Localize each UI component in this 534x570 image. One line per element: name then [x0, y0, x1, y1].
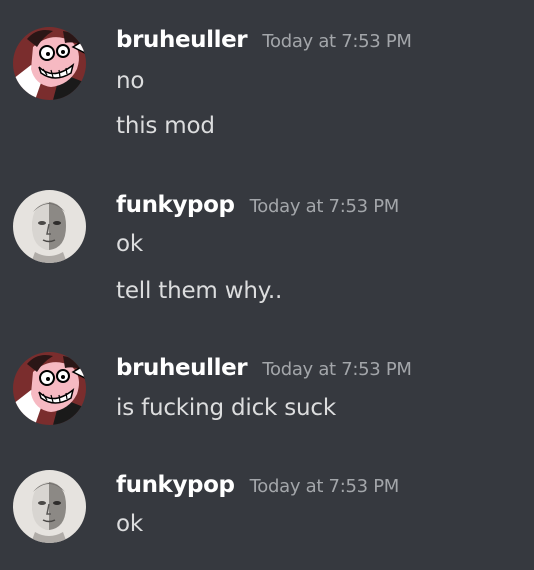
cartoon-avatar-icon[interactable] — [13, 27, 86, 100]
timestamp[interactable]: Today at 7:53 PM — [250, 476, 400, 497]
message-text: tell them why.. — [116, 278, 283, 304]
message-text: no — [116, 68, 145, 94]
message-header: bruheuller Today at 7:53 PM — [116, 27, 412, 61]
chat-message-list: bruheuller Today at 7:53 PM no this mod … — [0, 0, 534, 570]
timestamp[interactable]: Today at 7:53 PM — [262, 31, 412, 52]
message-text: this mod — [116, 113, 215, 139]
username[interactable]: funkypop — [116, 192, 235, 218]
face-photo-avatar-icon[interactable] — [13, 470, 86, 543]
cartoon-avatar-icon[interactable] — [13, 352, 86, 425]
username[interactable]: bruheuller — [116, 27, 248, 53]
face-photo-avatar-icon[interactable] — [13, 190, 86, 263]
timestamp[interactable]: Today at 7:53 PM — [250, 196, 400, 217]
message-text: ok — [116, 231, 143, 257]
message-text: ok — [116, 511, 143, 537]
username[interactable]: bruheuller — [116, 355, 248, 381]
message-header: bruheuller Today at 7:53 PM — [116, 355, 412, 389]
timestamp[interactable]: Today at 7:53 PM — [262, 359, 412, 380]
message-header: funkypop Today at 7:53 PM — [116, 192, 399, 226]
message-header: funkypop Today at 7:53 PM — [116, 472, 399, 506]
username[interactable]: funkypop — [116, 472, 235, 498]
message-text: is fucking dick suck — [116, 395, 336, 421]
